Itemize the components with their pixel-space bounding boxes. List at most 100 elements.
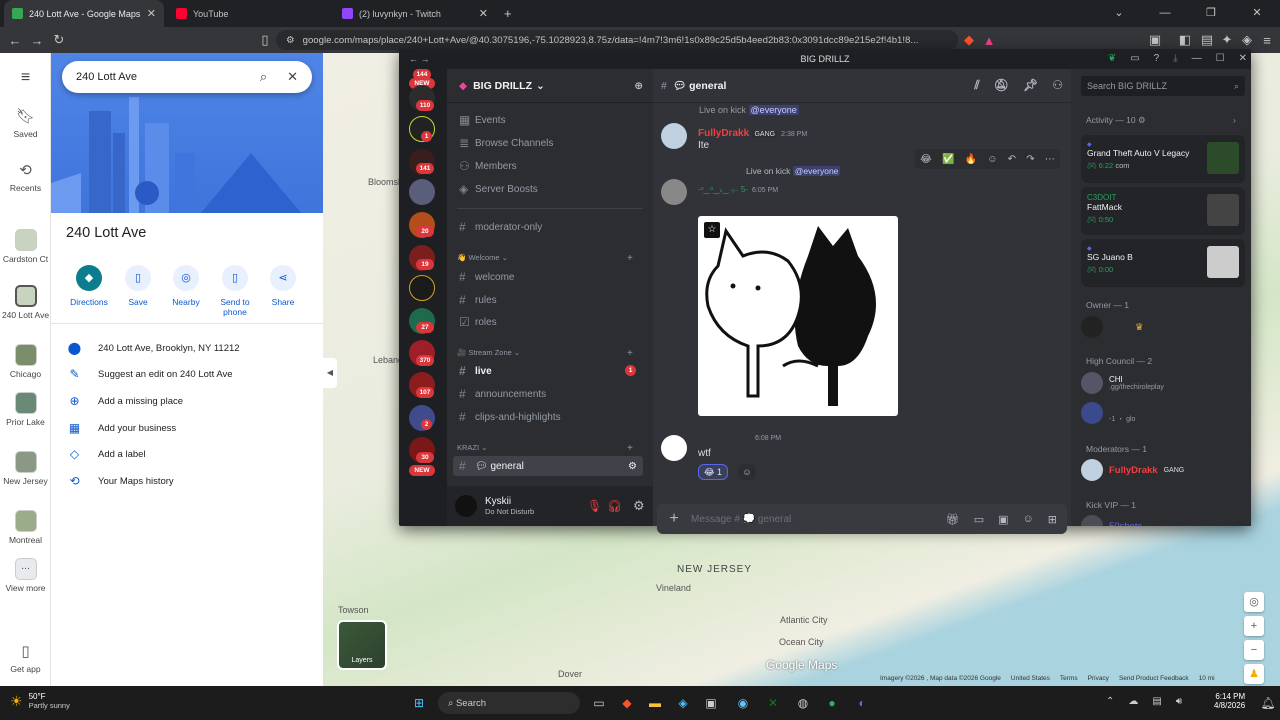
help-icon[interactable]: ?: [1154, 49, 1160, 69]
add-channel-icon[interactable]: +: [627, 443, 633, 454]
category-stream-zone[interactable]: 🎥 Stream Zone ⌄ +: [457, 348, 633, 359]
new-tab-icon[interactable]: +: [496, 0, 520, 27]
reply-icon[interactable]: ↶: [1008, 154, 1016, 165]
maximize-icon[interactable]: ☐: [1216, 49, 1225, 69]
steam-icon[interactable]: ◉: [733, 693, 753, 713]
message-composer[interactable]: + Message # 💭 general 🎁︎ ▭ ▣ ☺ ⊞: [657, 504, 1067, 534]
brave-icon[interactable]: ◆: [617, 693, 637, 713]
channel-welcome[interactable]: # welcome: [453, 267, 643, 287]
github-icon[interactable]: ◍: [793, 693, 813, 713]
channel-rules[interactable]: # rules: [453, 290, 643, 310]
headphones-muted-icon[interactable]: 🎧︎: [607, 499, 622, 513]
nav-get-app[interactable]: ▯ Get app: [0, 642, 51, 674]
layers-button[interactable]: Layers: [337, 620, 387, 670]
nav-recents[interactable]: ⟲ Recents: [0, 161, 51, 193]
threads-icon[interactable]: ⫽: [974, 78, 979, 93]
address-row[interactable]: ⬤ 240 Lott Ave, Brooklyn, NY 11212: [51, 335, 323, 361]
add-reaction-icon[interactable]: ☺: [738, 464, 756, 480]
country-link[interactable]: United States: [1011, 675, 1050, 682]
close-tab-icon[interactable]: ✕: [147, 7, 156, 20]
spotify-icon[interactable]: ●: [822, 693, 842, 713]
close-tab-icon[interactable]: ✕: [479, 7, 488, 20]
settings-icon[interactable]: ⚙: [633, 498, 645, 514]
member-row[interactable]: CHI .gg/thechiroleplay: [1081, 372, 1164, 394]
activity-header[interactable]: Activity — 10 ⚙ ›: [1086, 115, 1236, 126]
settings-icon[interactable]: ⚙: [628, 461, 637, 472]
category-welcome[interactable]: 👋 Welcome ⌄ +: [457, 253, 633, 264]
nav-recent-place[interactable]: Cardston Ct: [0, 229, 51, 264]
menu-icon[interactable]: ≡: [0, 69, 51, 87]
emoji-joy-icon[interactable]: 😂: [920, 154, 932, 165]
chevron-right-icon[interactable]: ›: [1233, 115, 1236, 125]
share-button[interactable]: ⋖ Share: [260, 265, 306, 307]
forward-icon[interactable]: ↷: [1026, 154, 1034, 165]
terms-link[interactable]: Terms: [1060, 675, 1078, 682]
discord-icon[interactable]: ◐: [852, 693, 872, 713]
zoom-in-button[interactable]: +: [1244, 616, 1264, 636]
category-krazi[interactable]: KRAZI ⌄ +: [457, 443, 633, 454]
address-bar[interactable]: ⚙ google.com/maps/place/240+Lott+Ave/@40…: [276, 30, 958, 50]
chevron-up-icon[interactable]: ⌃: [1106, 696, 1114, 707]
inbox-icon[interactable]: ▭: [1130, 49, 1139, 69]
mic-muted-icon[interactable]: 🎙︎: [587, 499, 602, 513]
more-icon[interactable]: ⋯: [1045, 154, 1055, 165]
close-icon[interactable]: ✕: [1234, 0, 1280, 27]
channel-live[interactable]: # live 1: [453, 361, 643, 381]
member-row[interactable]: -1 ・ glo: [1081, 402, 1135, 424]
channel-clips-and-highlights[interactable]: # clips-and-highlights: [453, 407, 643, 427]
server-icon[interactable]: [409, 275, 435, 301]
nav-recent-place[interactable]: 240 Lott Ave: [0, 285, 51, 320]
member-row[interactable]: 50shots: [1081, 515, 1142, 526]
star-icon[interactable]: ☆: [704, 222, 720, 238]
server-header[interactable]: ◆ BIG DRILLZ ⌄ ⊕: [447, 69, 653, 103]
nav-saved[interactable]: 🔖︎ Saved: [0, 107, 51, 139]
apps-icon[interactable]: ⊞: [1048, 513, 1057, 526]
taskbar-search[interactable]: ⌕ Search: [438, 692, 580, 714]
maximize-icon[interactable]: ❐: [1188, 0, 1234, 27]
search-input[interactable]: 240 Lott Ave ⌕ ✕: [62, 61, 312, 93]
search-icon[interactable]: ⌕: [260, 69, 267, 85]
message-author[interactable]: FullyDrakk: [698, 128, 749, 139]
mention[interactable]: @everyone: [792, 166, 841, 176]
nearby-button[interactable]: ◎ Nearby: [163, 265, 209, 307]
minimize-icon[interactable]: —: [1142, 0, 1188, 27]
menu-events[interactable]: ▦ Events: [453, 110, 643, 130]
member-owner[interactable]: ♛: [1081, 316, 1144, 338]
start-icon[interactable]: ⊞: [409, 693, 429, 713]
nav-recent-place[interactable]: Prior Lake: [0, 392, 51, 427]
zoom-out-button[interactable]: −: [1244, 640, 1264, 660]
sidebar-icon[interactable]: ◧: [1174, 32, 1196, 48]
reaction-chip[interactable]: 😂 1: [698, 464, 729, 480]
menu-browse-channels[interactable]: ≣ Browse Channels: [453, 133, 643, 153]
copilot-icon[interactable]: ◈: [673, 693, 693, 713]
avatar[interactable]: [661, 179, 687, 205]
activity-card[interactable]: C3DOIT FattMack 🎮︎ 0:50: [1081, 187, 1245, 235]
weather-widget[interactable]: ☀ 50°F Partly sunny: [10, 692, 70, 710]
network-icon[interactable]: ▤: [1152, 696, 1161, 707]
notifications-muted-icon[interactable]: 🔕︎: [994, 78, 1009, 93]
cat-drawing-image[interactable]: ☆: [698, 216, 898, 416]
emoji-check-icon[interactable]: ✅: [942, 154, 954, 165]
scale-label[interactable]: 10 mi: [1199, 675, 1215, 682]
nav-view-more[interactable]: ⋯ View more: [0, 558, 51, 593]
menu-icon[interactable]: ≡: [1256, 33, 1278, 48]
emoji-icon[interactable]: ☺: [1023, 513, 1034, 526]
wallet-icon[interactable]: ▤: [1196, 32, 1218, 48]
activity-card[interactable]: ◆ Grand Theft Auto V Legacy 🎮︎ 6:22 com: [1081, 135, 1245, 183]
back-icon[interactable]: ← →: [409, 54, 430, 64]
tab-google-maps[interactable]: 240 Lott Ave - Google Maps ✕: [4, 0, 164, 27]
channel-roles[interactable]: ☑ roles: [453, 312, 643, 332]
pegman-icon[interactable]: ♟: [1244, 664, 1264, 684]
tab-search-icon[interactable]: ▣: [1144, 32, 1166, 48]
nav-recent-place[interactable]: New Jersey: [0, 451, 51, 486]
avatar[interactable]: [455, 495, 477, 517]
add-label-row[interactable]: ◇ Add a label: [51, 441, 323, 467]
server-search-input[interactable]: Search BIG DRILLZ ⌕: [1081, 76, 1245, 96]
save-button[interactable]: ▯ Save: [115, 265, 161, 307]
message-author[interactable]: -ᵒ‿ᵒ‿ₛ‿ ₅₋ 5-: [698, 185, 748, 194]
brave-shield-icon[interactable]: ◆: [958, 32, 980, 48]
clock[interactable]: 6:14 PM 4/8/2026: [1214, 692, 1245, 710]
reload-icon[interactable]: ↻: [48, 32, 70, 48]
add-business-row[interactable]: ▦ Add your business: [51, 415, 323, 441]
feedback-link[interactable]: Send Product Feedback: [1119, 675, 1189, 682]
